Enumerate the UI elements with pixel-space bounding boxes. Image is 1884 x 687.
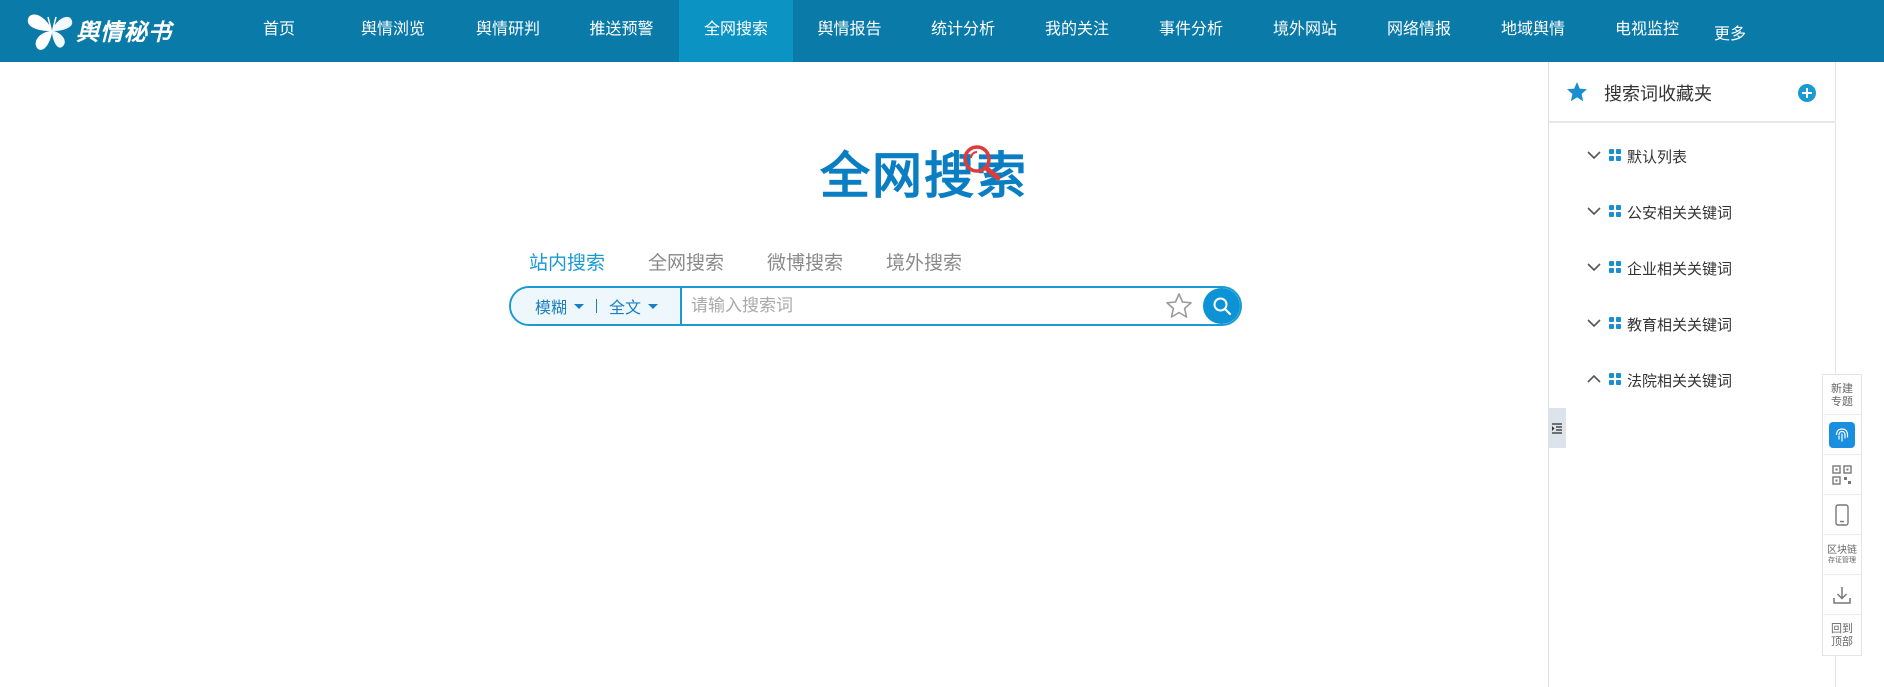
panel-collapse-handle[interactable] (1548, 408, 1566, 448)
favorites-item[interactable]: 企业相关关键词 (1585, 258, 1732, 314)
grid-icon (1609, 373, 1621, 385)
nav-item-event-analysis[interactable]: 事件分析 (1134, 0, 1248, 62)
nav-item-home[interactable]: 首页 (224, 0, 334, 62)
nav-item-regional[interactable]: 地域舆情 (1476, 0, 1590, 62)
favorites-item-label: 教育相关关键词 (1627, 316, 1733, 334)
qr-code-icon (1832, 464, 1852, 485)
indent-icon (1552, 423, 1562, 434)
favorites-item-label: 默认列表 (1627, 148, 1688, 166)
grid-icon (1609, 261, 1621, 273)
search-button[interactable] (1203, 288, 1240, 324)
search-favorites-panel: 搜索词收藏夹 默认列表 公安相关关键词 企业相关关键词 教育相关关键词 法院相关… (1548, 62, 1836, 687)
grid-icon (1609, 205, 1621, 217)
favorites-item[interactable]: 法院相关关键词 (1585, 370, 1732, 426)
nav-item-browse[interactable]: 舆情浏览 (334, 0, 452, 62)
match-mode-label: 模糊 (535, 298, 568, 317)
page-title: 全网搜索 (820, 145, 1040, 206)
add-circle-icon[interactable] (1798, 84, 1816, 102)
fingerprint-button[interactable] (1823, 415, 1861, 455)
magnifier-decoration-icon (963, 145, 1001, 181)
back-to-top-label: 回到 顶部 (1831, 622, 1853, 648)
chevron-down-icon[interactable] (1585, 258, 1603, 276)
tab-site-search[interactable]: 站内搜索 (529, 248, 605, 275)
nav-item-report[interactable]: 舆情报告 (793, 0, 906, 62)
panel-title: 搜索词收藏夹 (1604, 84, 1712, 105)
search-icon (1213, 297, 1231, 316)
chevron-down-icon[interactable] (1585, 202, 1603, 220)
download-button[interactable] (1823, 575, 1861, 615)
star-outline-icon[interactable] (1164, 291, 1194, 321)
caret-down-icon (574, 303, 585, 309)
search-tabs: 站内搜索 全网搜索 微博搜索 境外搜索 (529, 248, 1005, 275)
caret-down-icon (648, 303, 659, 309)
nav-more[interactable]: 更多 (1714, 20, 1746, 44)
grid-icon (1609, 317, 1621, 329)
nav-item-overseas-sites[interactable]: 境外网站 (1248, 0, 1362, 62)
nav-item-alert[interactable]: 推送预警 (564, 0, 679, 62)
tab-weibo-search[interactable]: 微博搜索 (767, 248, 843, 275)
scope-dropdown[interactable]: 全文 (609, 294, 659, 318)
nav-item-my-follow[interactable]: 我的关注 (1020, 0, 1134, 62)
favorites-item-label: 公安相关关键词 (1627, 204, 1733, 222)
divider (596, 299, 598, 313)
nav-item-web-search[interactable]: 全网搜索 (679, 0, 793, 62)
download-icon (1833, 586, 1851, 604)
mobile-phone-icon (1835, 503, 1849, 526)
logo-text: 舆情秘书 (76, 20, 172, 46)
blockchain-evidence-label: 区块链 存证管理 (1827, 544, 1857, 564)
blockchain-evidence-button[interactable]: 区块链 存证管理 (1823, 535, 1861, 575)
nav-item-analysis[interactable]: 舆情研判 (452, 0, 564, 62)
search-input[interactable] (691, 292, 1151, 320)
main-nav: 首页 舆情浏览 舆情研判 推送预警 全网搜索 舆情报告 统计分析 我的关注 事件… (224, 0, 1704, 62)
tab-overseas-search[interactable]: 境外搜索 (886, 248, 962, 275)
back-to-top-button[interactable]: 回到 顶部 (1823, 615, 1861, 655)
favorites-list: 默认列表 公安相关关键词 企业相关关键词 教育相关关键词 法院相关关键词 (1585, 146, 1732, 426)
search-mode-selectors: 模糊 全文 (511, 288, 682, 324)
search-bar: 模糊 全文 (509, 286, 1242, 326)
match-mode-dropdown[interactable]: 模糊 (535, 294, 585, 318)
nav-item-statistics[interactable]: 统计分析 (906, 0, 1020, 62)
fingerprint-icon (1829, 421, 1855, 448)
nav-item-tv-monitor[interactable]: 电视监控 (1590, 0, 1704, 62)
new-topic-label: 新建 专题 (1831, 381, 1853, 408)
floating-toolbar: 新建 专题 区块链 存证管理 回到 顶部 (1822, 374, 1862, 656)
grid-icon (1609, 149, 1621, 161)
favorites-item[interactable]: 默认列表 (1585, 146, 1732, 202)
favorites-item-label: 企业相关关键词 (1627, 260, 1733, 278)
chevron-down-icon[interactable] (1585, 146, 1603, 164)
mobile-app-button[interactable] (1823, 495, 1861, 535)
star-filled-icon (1567, 82, 1587, 102)
scope-label: 全文 (609, 298, 642, 317)
panel-header: 搜索词收藏夹 (1549, 62, 1836, 123)
new-topic-button[interactable]: 新建 专题 (1823, 375, 1861, 415)
top-nav-bar: 舆情秘书 首页 舆情浏览 舆情研判 推送预警 全网搜索 舆情报告 统计分析 我的… (0, 0, 1884, 62)
butterfly-logo-icon (27, 14, 73, 50)
favorites-item[interactable]: 教育相关关键词 (1585, 314, 1732, 370)
logo[interactable]: 舆情秘书 (24, 6, 172, 54)
chevron-down-icon[interactable] (1585, 314, 1603, 332)
chevron-up-icon[interactable] (1585, 370, 1603, 388)
nav-item-intelligence[interactable]: 网络情报 (1362, 0, 1476, 62)
tab-web-search[interactable]: 全网搜索 (648, 248, 724, 275)
qr-code-button[interactable] (1823, 455, 1861, 495)
favorites-item-label: 法院相关关键词 (1627, 372, 1733, 390)
favorites-item[interactable]: 公安相关关键词 (1585, 202, 1732, 258)
